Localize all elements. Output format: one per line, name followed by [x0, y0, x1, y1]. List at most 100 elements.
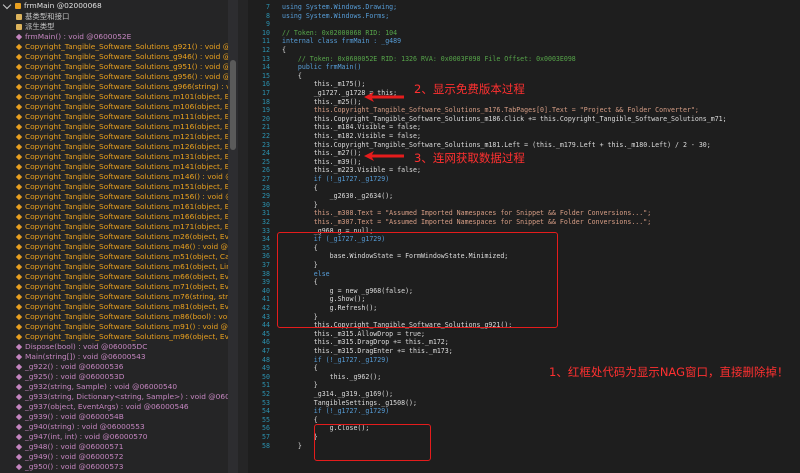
code-text: this._m39(); — [282, 157, 362, 166]
tree-root-row[interactable]: frmMain @02000068 — [2, 0, 102, 12]
tree-item[interactable]: Copyright_Tangible_Software_Solutions_m1… — [15, 212, 228, 223]
tree-item[interactable]: Copyright_Tangible_Software_Solutions_m1… — [15, 162, 228, 173]
code-text: this._m27(); — [282, 149, 362, 158]
chevron-down-icon[interactable] — [2, 0, 12, 9]
tree-item[interactable]: Copyright_Tangible_Software_Solutions_m1… — [15, 192, 228, 203]
line-number: 21 — [262, 123, 270, 132]
line-number: 9 — [266, 20, 270, 29]
method-icon — [15, 364, 23, 371]
tree-item[interactable]: Copyright_Tangible_Software_Solutions_m8… — [15, 312, 228, 323]
tree-item[interactable]: Copyright_Tangible_Software_Solutions_m1… — [15, 102, 228, 113]
tree-item[interactable]: Copyright_Tangible_Software_Solutions_m4… — [15, 242, 228, 253]
tree-item[interactable]: Copyright_Tangible_Software_Solutions_m1… — [15, 92, 228, 103]
tree-item[interactable]: Copyright_Tangible_Software_Solutions_m1… — [15, 112, 228, 123]
tree-item[interactable]: Dispose(bool) : void @060005DC — [15, 342, 147, 353]
tree-item-label: Copyright_Tangible_Software_Solutions_m1… — [25, 152, 228, 161]
tree-item[interactable]: _g922() : void @06000536 — [15, 362, 124, 373]
tree-item[interactable]: Copyright_Tangible_Software_Solutions_m1… — [15, 172, 228, 183]
tree-item-label: Copyright_Tangible_Software_Solutions_g9… — [25, 82, 228, 91]
method-icon — [15, 134, 23, 141]
tree-item[interactable]: _g947(int, int) : void @06000570 — [15, 432, 147, 443]
line-number: 36 — [262, 252, 270, 261]
tree-item[interactable]: Copyright_Tangible_Software_Solutions_m1… — [15, 122, 228, 133]
tree-item[interactable]: 基类型和接口 — [16, 12, 69, 23]
code-text: this._m223.Visible = false; — [282, 166, 421, 175]
tree-item[interactable]: Copyright_Tangible_Software_Solutions_g9… — [15, 72, 228, 83]
line-number: 47 — [262, 347, 270, 355]
tree-item[interactable]: Copyright_Tangible_Software_Solutions_m1… — [15, 132, 228, 143]
line-number: 17 — [262, 89, 270, 97]
method-icon — [15, 214, 23, 221]
tree-item[interactable]: Copyright_Tangible_Software_Solutions_m1… — [15, 202, 228, 213]
tree-item-label: Copyright_Tangible_Software_Solutions_m1… — [25, 222, 228, 231]
tree-item-label: Copyright_Tangible_Software_Solutions_m1… — [25, 92, 228, 101]
code-text: using System.Windows.Drawing; — [282, 3, 398, 11]
tree-item[interactable]: Copyright_Tangible_Software_Solutions_m1… — [15, 222, 228, 233]
tree-item[interactable]: _g949() : void @06000572 — [15, 452, 123, 463]
line-number: 43 — [262, 312, 270, 321]
tree-item[interactable]: 派生类型 — [16, 22, 55, 33]
code-line: 11 internal class frmMain : _g489 — [248, 37, 800, 46]
line-number: 29 — [262, 192, 270, 201]
code-text: internal class frmMain : _g489 — [282, 37, 402, 46]
tree-item[interactable]: Copyright_Tangible_Software_Solutions_g9… — [15, 62, 228, 73]
method-icon — [15, 324, 23, 331]
tree-item[interactable]: frmMain() : void @0600052E — [15, 32, 131, 43]
tree-item[interactable]: _g950() : void @06000573 — [15, 462, 123, 473]
code-text: { — [282, 183, 318, 192]
tree-item[interactable]: Copyright_Tangible_Software_Solutions_m1… — [15, 152, 228, 163]
tree-item[interactable]: Copyright_Tangible_Software_Solutions_g9… — [15, 52, 228, 63]
tree-item[interactable]: Copyright_Tangible_Software_Solutions_m8… — [15, 302, 228, 313]
code-text: this._m184.Visible = false; — [282, 123, 421, 132]
line-number: 42 — [262, 304, 270, 312]
line-number: 23 — [262, 140, 270, 149]
tree-item-label: _g940(string) : void @06000553 — [25, 422, 145, 431]
tree-item-label: Copyright_Tangible_Software_Solutions_m1… — [25, 192, 228, 201]
method-icon — [15, 124, 23, 131]
tree-item-label: Copyright_Tangible_Software_Solutions_m1… — [25, 202, 228, 211]
line-number: 33 — [262, 226, 270, 235]
line-number: 18 — [262, 97, 270, 106]
code-line: 19 this.Copyright_Tangible_Software_Solu… — [248, 106, 800, 115]
method-icon — [15, 264, 23, 271]
tree-scrollbar-thumb[interactable] — [230, 60, 236, 150]
code-text: } — [282, 200, 318, 209]
tree-item[interactable]: _g939() : void @0600054B — [15, 412, 124, 423]
tree-item[interactable]: Copyright_Tangible_Software_Solutions_m1… — [15, 142, 228, 153]
tree-item[interactable]: Main(string[]) : void @06000543 — [15, 352, 146, 363]
tree-item-label: _g922() : void @06000536 — [25, 362, 124, 371]
line-number: 54 — [262, 407, 270, 416]
tree-item[interactable]: _g933(string, Dictionary<string, Sample>… — [15, 392, 228, 403]
tree-item[interactable]: Copyright_Tangible_Software_Solutions_g9… — [15, 82, 228, 93]
method-icon — [15, 374, 23, 381]
tree-item[interactable]: _g925() : void @0600053D — [15, 372, 124, 383]
tree-item[interactable]: Copyright_Tangible_Software_Solutions_m6… — [15, 272, 228, 283]
tree-item[interactable]: Copyright_Tangible_Software_Solutions_m7… — [15, 282, 228, 293]
tree-item-label: _g939() : void @0600054B — [25, 412, 124, 421]
tree-item[interactable]: _g940(string) : void @06000553 — [15, 422, 145, 433]
tree-item[interactable]: Copyright_Tangible_Software_Solutions_m5… — [15, 252, 228, 263]
tree-item[interactable]: _g932(string, Sample) : void @06000540 — [15, 382, 177, 393]
tree-item-label: Copyright_Tangible_Software_Solutions_m1… — [25, 132, 228, 141]
tree-item[interactable]: Copyright_Tangible_Software_Solutions_m9… — [15, 322, 228, 333]
tree-item[interactable]: Copyright_Tangible_Software_Solutions_m1… — [15, 182, 228, 193]
tree-item[interactable]: _g948() : void @06000571 — [15, 442, 123, 453]
tree-item[interactable]: Copyright_Tangible_Software_Solutions_m2… — [15, 232, 228, 243]
tree-item[interactable]: Copyright_Tangible_Software_Solutions_m6… — [15, 262, 228, 273]
line-number: 8 — [266, 11, 270, 20]
code-line: 23 this.Copyright_Tangible_Software_Solu… — [248, 141, 800, 150]
method-icon — [15, 284, 23, 291]
line-number: 56 — [262, 424, 270, 433]
tree-item[interactable]: Copyright_Tangible_Software_Solutions_m7… — [15, 292, 228, 303]
tree-item[interactable]: Copyright_Tangible_Software_Solutions_g9… — [15, 42, 228, 53]
method-icon — [15, 54, 23, 61]
code-line: 54 if (!_g1727._g1729) — [248, 407, 800, 416]
tree-item-label: Copyright_Tangible_Software_Solutions_m9… — [25, 332, 228, 341]
line-number: 24 — [262, 149, 270, 158]
code-line: 26 this._m223.Visible = false; — [248, 166, 800, 175]
tree-item[interactable]: Copyright_Tangible_Software_Solutions_m9… — [15, 332, 228, 343]
tree-item-label: 派生类型 — [25, 22, 55, 31]
line-number: 15 — [262, 71, 270, 80]
tree-item[interactable]: _g937(object, EventArgs) : void @0600054… — [15, 402, 189, 413]
code-editor[interactable]: 7 using System.Windows.Drawing; 8 using Sys… — [248, 0, 800, 473]
